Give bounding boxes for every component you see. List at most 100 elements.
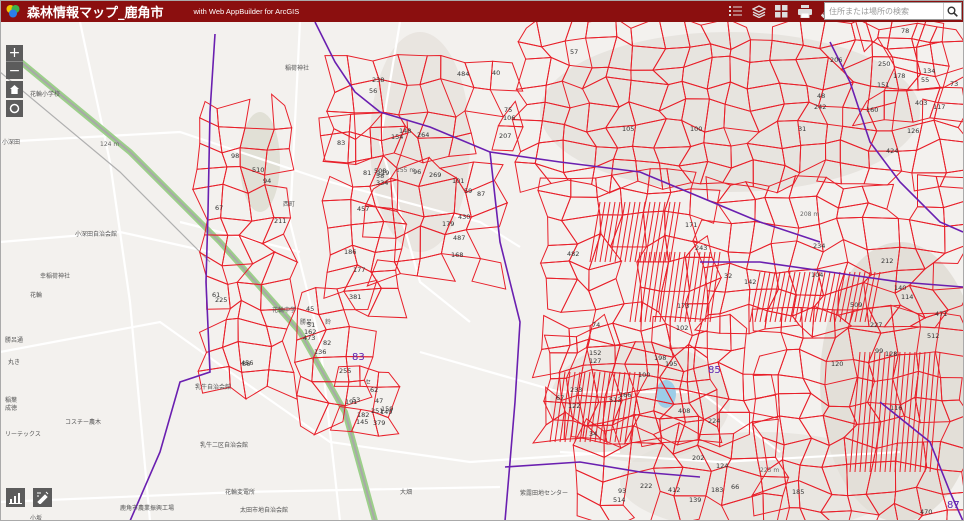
forest-parcel[interactable] <box>719 288 751 315</box>
map-view[interactable]: 206 207 171 212 185 198 202 211 186 168 191 182 178 1… <box>0 22 964 521</box>
forest-parcel[interactable] <box>791 305 815 338</box>
forest-parcel[interactable] <box>588 260 623 292</box>
forest-parcel[interactable] <box>227 281 242 310</box>
map-canvas[interactable]: 206207171212185198202211186 1681911821781… <box>0 22 964 521</box>
parcel-strip[interactable] <box>759 271 771 323</box>
forest-parcel[interactable] <box>595 174 622 199</box>
forest-parcel[interactable] <box>541 314 571 350</box>
forest-parcel[interactable] <box>271 93 293 130</box>
parcel-number-label: 457 <box>357 205 369 213</box>
forest-parcel[interactable] <box>367 287 408 319</box>
parcel-strip[interactable] <box>619 201 631 263</box>
layers-icon[interactable] <box>750 3 767 19</box>
forest-parcel[interactable] <box>642 191 672 213</box>
forest-parcel[interactable] <box>221 317 239 349</box>
scalebar-button[interactable] <box>6 488 25 507</box>
zoom-in-button[interactable]: + <box>6 45 23 62</box>
forest-parcel[interactable] <box>835 216 868 251</box>
parcel-strip[interactable] <box>784 271 796 323</box>
forest-parcel[interactable] <box>942 199 964 228</box>
forest-parcel[interactable] <box>471 258 507 290</box>
forest-parcel[interactable] <box>560 214 602 245</box>
forest-parcel[interactable] <box>717 347 746 375</box>
forest-parcel[interactable] <box>599 504 636 521</box>
forest-parcel[interactable] <box>568 260 590 293</box>
parcel-strip[interactable] <box>629 251 641 323</box>
search-button[interactable] <box>942 3 961 19</box>
forest-parcel[interactable] <box>929 26 964 44</box>
parcel-strip[interactable] <box>754 271 766 323</box>
forest-parcel[interactable] <box>547 216 579 247</box>
draw-tool-button[interactable] <box>33 488 52 507</box>
parcel-strip[interactable] <box>599 201 611 263</box>
forest-parcel[interactable] <box>326 84 355 114</box>
forest-parcel[interactable] <box>464 86 505 118</box>
forest-parcel[interactable] <box>537 189 572 222</box>
forest-parcel[interactable] <box>770 240 798 274</box>
forest-parcel[interactable] <box>560 196 601 222</box>
forest-parcel[interactable] <box>545 277 579 313</box>
zoom-out-button[interactable]: − <box>6 62 23 79</box>
forest-parcel[interactable] <box>836 202 870 219</box>
forest-parcel[interactable] <box>615 22 634 47</box>
parcel-number-label: 510 <box>252 166 264 174</box>
parcel-strip[interactable] <box>769 271 781 323</box>
print-icon[interactable] <box>796 3 813 19</box>
basemap-grid-icon[interactable] <box>773 3 790 19</box>
forest-parcel[interactable] <box>777 348 804 379</box>
place-label: 花輪小学校 <box>30 90 60 98</box>
parcel-number-label: 243 <box>695 244 707 252</box>
forest-parcel[interactable] <box>886 46 918 62</box>
forest-parcel[interactable] <box>742 373 777 402</box>
forest-parcel[interactable] <box>564 22 589 42</box>
my-location-button[interactable] <box>6 100 23 117</box>
forest-parcel[interactable] <box>719 303 750 335</box>
forest-parcel[interactable] <box>939 138 964 174</box>
forest-parcel[interactable] <box>742 394 779 419</box>
forest-parcel[interactable] <box>729 313 748 352</box>
parcel-strip[interactable] <box>659 251 671 323</box>
forest-parcel[interactable] <box>915 119 941 152</box>
forest-parcel[interactable] <box>861 202 900 220</box>
parcel-number-label: 424 <box>886 147 898 155</box>
parcel-strip[interactable] <box>654 251 666 323</box>
home-button[interactable] <box>6 81 23 98</box>
forest-parcel[interactable] <box>562 166 596 185</box>
forest-parcel[interactable] <box>576 492 613 521</box>
parcel-strip[interactable] <box>799 271 811 323</box>
forest-parcel[interactable] <box>752 349 788 376</box>
header-toolbar <box>727 3 836 19</box>
forest-parcel[interactable] <box>939 169 964 189</box>
forest-parcel[interactable] <box>416 253 457 282</box>
parcel-strip[interactable] <box>819 271 831 323</box>
forest-parcel[interactable] <box>260 251 298 286</box>
forest-parcel[interactable] <box>241 369 270 400</box>
forest-parcel[interactable] <box>319 131 350 164</box>
list-icon[interactable] <box>727 3 744 19</box>
forest-parcel[interactable] <box>777 392 812 420</box>
search-input[interactable] <box>825 3 943 19</box>
parcel-strip[interactable] <box>809 271 821 323</box>
forest-parcel[interactable] <box>376 371 401 388</box>
forest-parcel[interactable] <box>877 22 919 40</box>
forest-parcel[interactable] <box>517 41 553 60</box>
parcel-strip[interactable] <box>764 271 776 323</box>
forest-parcel[interactable] <box>268 340 295 374</box>
forest-parcel[interactable] <box>266 369 298 401</box>
parcel-strip[interactable] <box>674 251 686 323</box>
parcel-strip[interactable] <box>644 251 656 323</box>
parcel-strip[interactable] <box>669 251 681 323</box>
parcel-strip[interactable] <box>664 251 676 323</box>
forest-parcel[interactable] <box>216 98 251 129</box>
forest-parcel[interactable] <box>238 234 276 265</box>
forest-parcel[interactable] <box>539 260 579 280</box>
parcel-strip[interactable] <box>594 201 606 263</box>
forest-parcel[interactable] <box>815 195 839 225</box>
forest-parcel[interactable] <box>517 22 543 48</box>
parcel-strip[interactable] <box>629 201 641 263</box>
forest-parcel[interactable] <box>540 40 571 67</box>
parcel-strip[interactable] <box>624 201 636 263</box>
forest-parcel[interactable] <box>585 22 618 39</box>
forest-parcel[interactable] <box>321 198 352 229</box>
parcel-strip[interactable] <box>604 201 616 263</box>
